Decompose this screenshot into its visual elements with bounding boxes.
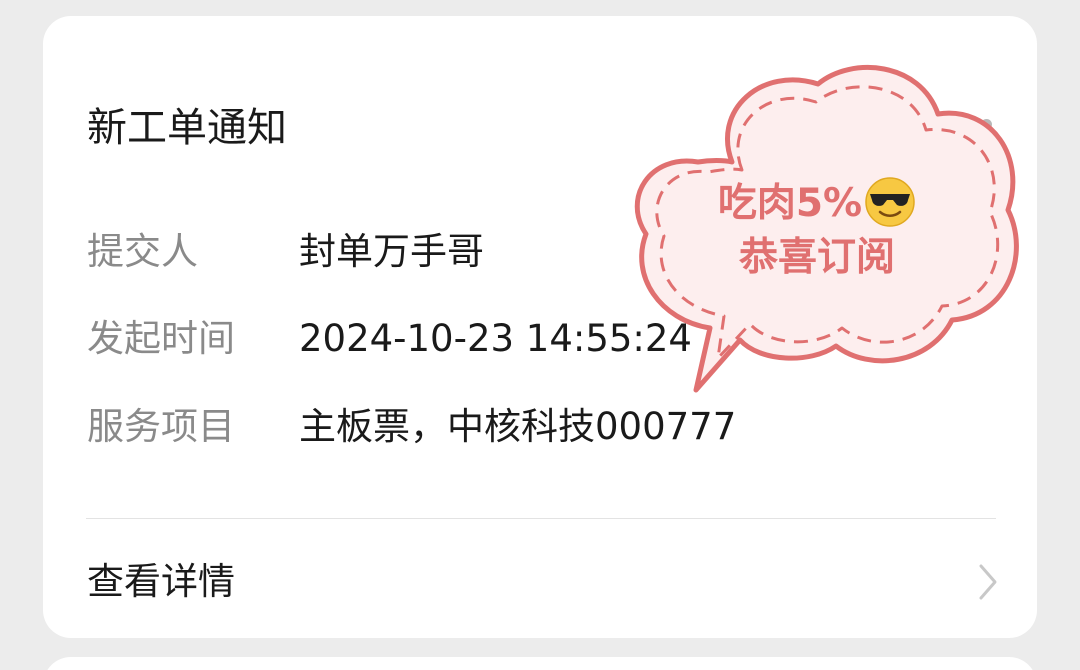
service-item-label: 服务项目 [87,405,235,448]
card-title: 新工单通知 [87,105,287,151]
sunglasses-face-icon [865,176,915,227]
sticker-line-1: 吃肉5% [688,176,946,232]
sticker-line-2: 恭喜订阅 [738,234,895,280]
sticker-line-1-text: 吃肉5% [717,181,863,226]
sticker-text: 吃肉5% 恭喜订阅 [688,176,946,284]
next-card-peek [43,657,1037,670]
screen: 新工单通知 提交人 封单万手哥 发起时间 2024-10-23 14:55:24… [0,0,1080,670]
start-time-label: 发起时间 [87,317,235,360]
submitter-value: 封单万手哥 [299,230,484,273]
service-item-value: 主板票，中核科技000777 [299,405,737,448]
view-details-link[interactable]: 查看详情 [43,526,1037,638]
divider [86,518,996,519]
submitter-label: 提交人 [87,230,198,273]
chevron-right-icon [979,564,997,600]
view-details-label: 查看详情 [87,560,235,603]
